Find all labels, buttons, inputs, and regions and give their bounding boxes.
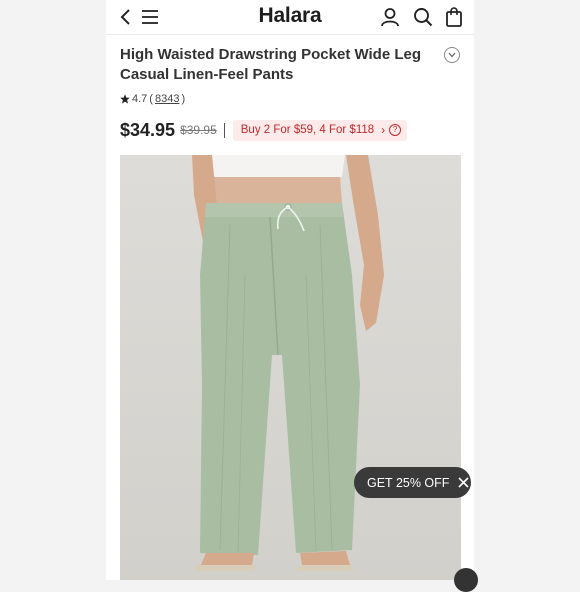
expand-chevron-icon[interactable] (444, 47, 460, 63)
account-icon[interactable] (378, 5, 402, 29)
discount-offer-button[interactable]: GET 25% OFF (354, 467, 471, 498)
top-nav-bar: Halara (106, 0, 474, 35)
close-icon[interactable] (458, 477, 470, 488)
original-price: $39.95 (180, 123, 217, 137)
product-title: High Waisted Drawstring Pocket Wide Leg … (120, 46, 422, 83)
review-count-link[interactable]: 8343 (155, 93, 179, 105)
price-divider (223, 122, 225, 138)
product-image[interactable] (120, 155, 461, 580)
floating-chat-button[interactable] (454, 568, 478, 592)
bundle-promo-button[interactable]: Buy 2 For $59, 4 For $118 › ? (232, 119, 408, 141)
discount-offer-label: GET 25% OFF (367, 475, 450, 490)
search-icon[interactable] (411, 5, 435, 29)
paren-close: ) (181, 93, 186, 105)
promo-label: Buy 2 For $59, 4 For $118 (240, 124, 375, 136)
rating-row: 4.7 ( 8343 ) (120, 93, 185, 105)
paren-open: ( (149, 93, 153, 105)
rating-value: 4.7 (132, 93, 148, 105)
bag-icon[interactable] (442, 5, 466, 29)
chevron-right-icon: › (381, 123, 386, 137)
price-row: $34.95 $39.95 Buy 2 For $59, 4 For $118 … (120, 119, 408, 141)
help-icon[interactable]: ? (389, 124, 402, 136)
star-icon (120, 94, 130, 104)
current-price: $34.95 (120, 119, 176, 140)
